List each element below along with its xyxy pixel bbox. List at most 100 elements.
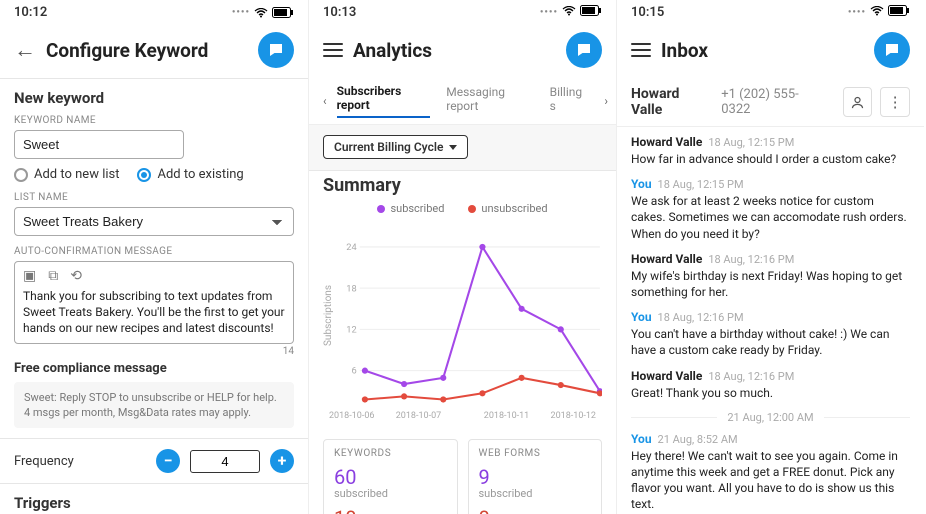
keyword-name-input[interactable] (14, 130, 184, 159)
tab-billing[interactable]: Billing s (550, 85, 589, 117)
auto-confirm-textarea[interactable]: ▣ ⧉ ⟲ Thank you for subscribing to text … (14, 261, 294, 344)
message-body: Great! Thank you so much. (631, 385, 910, 401)
freq-minus-button[interactable]: − (156, 449, 180, 473)
legend-unsubscribed: unsubscribed (481, 202, 547, 215)
signal-icon: •••• (540, 7, 558, 18)
wf-subscribed-count: 9 (479, 465, 592, 489)
card-keywords: KEYWORDS 60 subscribed 10 unsubscribed (323, 439, 458, 514)
contact-profile-button[interactable] (843, 87, 873, 117)
message[interactable]: You18 Aug, 12:16 PMYou can't have a birt… (631, 310, 910, 358)
more-button[interactable]: ⋮ (880, 87, 910, 117)
message[interactable]: Howard Valle18 Aug, 12:16 PMGreat! Thank… (631, 369, 910, 401)
chat-fab[interactable] (566, 32, 602, 68)
menu-icon[interactable] (631, 43, 651, 57)
keyword-name-label: KEYWORD NAME (14, 115, 294, 126)
battery-icon (888, 5, 910, 20)
status-icons: •••• (848, 5, 910, 20)
legend-dot-unsubscribed (468, 205, 476, 213)
chart-legend: subscribed unsubscribed (323, 202, 602, 215)
sender-you: You (631, 310, 652, 324)
message-body: We ask for at least 2 weeks notice for c… (631, 193, 910, 242)
status-icons: •••• (232, 7, 294, 18)
clock: 10:12 (14, 5, 47, 20)
billing-cycle-label: Current Billing Cycle (334, 140, 443, 154)
message[interactable]: You 18 Aug, 12:15 PM We ask for at least 2… (631, 177, 910, 242)
link-icon[interactable]: ⟲ (70, 268, 82, 284)
list-name-select[interactable]: Sweet Treats Bakery (14, 207, 294, 236)
message[interactable]: Howard Valle18 Aug, 12:15 PMHow far in a… (631, 135, 910, 167)
image-icon[interactable]: ▣ (23, 268, 36, 284)
report-tabs: ‹ Subscribers report Messaging report Bi… (309, 78, 616, 125)
frequency-input[interactable] (190, 450, 260, 473)
char-count: 14 (14, 346, 294, 357)
message[interactable]: You21 Aug, 8:52 AMHey there! We can't wa… (631, 432, 910, 513)
svg-text:12: 12 (346, 324, 356, 335)
message[interactable]: Howard Valle18 Aug, 12:16 PMMy wife's bi… (631, 252, 910, 300)
compliance-heading: Free compliance message (14, 361, 294, 376)
chevron-left-icon[interactable]: ‹ (323, 94, 327, 108)
svg-text:6: 6 (351, 366, 356, 377)
message-ts: 18 Aug, 12:16 PM (658, 311, 744, 324)
chat-fab[interactable] (874, 32, 910, 68)
message-ts: 18 Aug, 12:15 PM (658, 178, 744, 191)
sender-name: Howard Valle (631, 252, 702, 266)
tab-messaging[interactable]: Messaging report (446, 85, 533, 117)
message-thread: Howard Valle 18 Aug, 12:15 PM How far in a… (617, 127, 924, 514)
legend-dot-subscribed (377, 205, 385, 213)
frequency-label: Frequency (14, 454, 74, 469)
screen-inbox: 10:15 •••• Inbox Howard Valle +1 (202) 5… (616, 0, 924, 514)
kw-unsubscribed-count: 10 (334, 506, 447, 514)
status-bar: 10:15 •••• (617, 0, 924, 22)
contact-phone: +1 (202) 555-0322 (721, 87, 826, 117)
template-icon[interactable]: ⧉ (48, 268, 58, 284)
message-ts: 18 Aug, 12:16 PM (708, 370, 794, 383)
card-keywords-heading: KEYWORDS (334, 448, 447, 459)
status-bar: 10:12 •••• (0, 0, 308, 22)
wf-subscribed-label: subscribed (479, 487, 592, 500)
chevron-right-icon[interactable]: › (604, 94, 608, 108)
radio-add-existing[interactable]: Add to existing (137, 167, 243, 182)
freq-plus-button[interactable]: + (270, 449, 294, 473)
page-title: Analytics (353, 39, 556, 62)
chart-title: Summary (323, 175, 602, 196)
auto-confirm-text: Thank you for subscribing to text update… (23, 288, 285, 337)
tab-subscribers[interactable]: Subscribers report (337, 84, 431, 118)
card-webforms-heading: WEB FORMS (479, 448, 592, 459)
status-bar: 10:13 •••• (309, 0, 616, 22)
y-axis-label: Subscriptions (323, 221, 334, 411)
date-divider: 21 Aug, 12:00 AM (631, 411, 910, 424)
kw-subscribed-label: subscribed (334, 487, 447, 500)
list-name-label: LIST NAME (14, 192, 294, 203)
section-heading: New keyword (14, 89, 294, 107)
screen-configure-keyword: 10:12 •••• ← Configure Keyword New keywo… (0, 0, 308, 514)
legend-subscribed: subscribed (390, 202, 444, 215)
contact-name: Howard Valle (631, 86, 713, 118)
svg-text:18: 18 (346, 283, 356, 294)
summary-chart: 24 18 12 6 (334, 221, 602, 411)
back-arrow-icon[interactable]: ← (14, 37, 36, 63)
sender-name: Howard Valle (631, 135, 702, 149)
message-body: Hey there! We can't wait to see you agai… (631, 448, 910, 513)
clock: 10:13 (323, 5, 356, 20)
kw-subscribed-count: 60 (334, 465, 447, 489)
wifi-icon (870, 5, 884, 20)
menu-icon[interactable] (323, 43, 343, 57)
wf-unsubscribed-count: 0 (479, 506, 592, 514)
wifi-icon (254, 8, 268, 18)
chat-fab[interactable] (258, 32, 294, 68)
svg-text:24: 24 (346, 242, 356, 253)
triggers-heading[interactable]: Triggers (0, 484, 308, 514)
radio-add-existing-label: Add to existing (157, 167, 243, 182)
page-title: Configure Keyword (46, 39, 248, 62)
clock: 10:15 (631, 5, 664, 20)
card-webforms: WEB FORMS 9 subscribed 0 unsubscribed (468, 439, 603, 514)
sender-you: You (631, 177, 652, 191)
battery-icon (580, 5, 602, 20)
billing-cycle-select[interactable]: Current Billing Cycle (323, 135, 468, 159)
x-axis-ticks: 2018-10-062018-10-072018-10-112018-10-12 (323, 411, 602, 421)
radio-add-new-label: Add to new list (34, 167, 119, 182)
sender-you: You (631, 432, 652, 446)
wifi-icon (562, 5, 576, 20)
radio-add-new[interactable]: Add to new list (14, 167, 119, 182)
message-body: How far in advance should I order a cust… (631, 151, 910, 167)
